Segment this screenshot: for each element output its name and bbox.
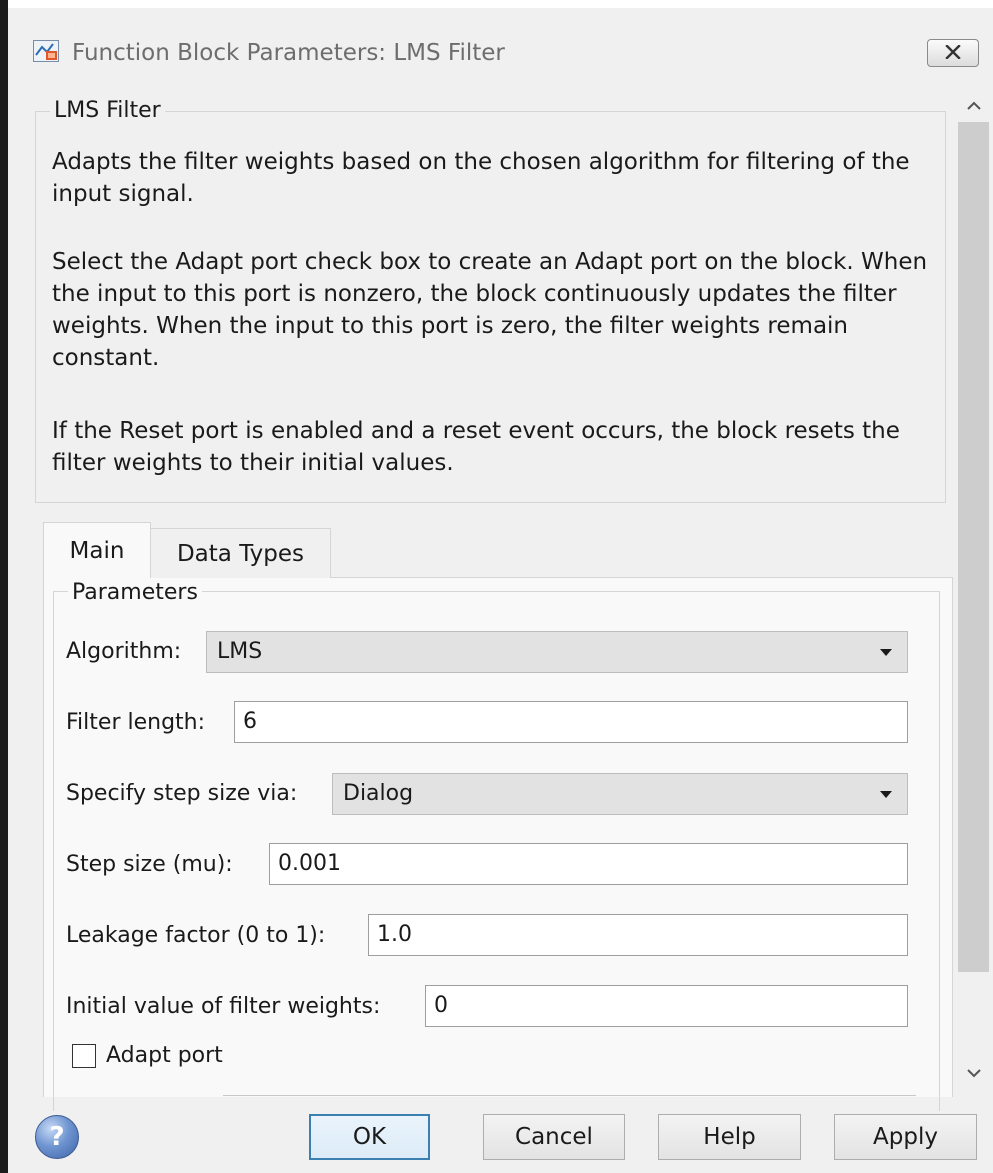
window-title: Function Block Parameters: LMS Filter <box>72 40 505 66</box>
apply-button[interactable]: Apply <box>834 1114 977 1160</box>
initial-weights-label: Initial value of filter weights: <box>66 994 381 1019</box>
block-description-title: LMS Filter <box>50 98 165 124</box>
simulink-block-icon <box>33 40 59 62</box>
description-paragraph: Select the Adapt port check box to creat… <box>52 249 928 371</box>
description-paragraph: If the Reset port is enabled and a reset… <box>52 418 900 476</box>
initial-weights-field[interactable]: 0 <box>425 985 908 1027</box>
scroll-down-arrow-icon[interactable] <box>954 1058 993 1088</box>
adapt-port-label[interactable]: Adapt port <box>106 1042 223 1070</box>
scrollbar-thumb[interactable] <box>958 122 989 972</box>
title-bar[interactable]: Function Block Parameters: LMS Filter <box>8 8 993 82</box>
step-size-label: Step size (mu): <box>66 852 233 877</box>
cancel-button[interactable]: Cancel <box>483 1114 625 1160</box>
algorithm-dropdown[interactable]: LMS <box>206 631 908 673</box>
block-description-group: LMS Filter Adapts the filter weights bas… <box>35 98 946 503</box>
leakage-factor-field[interactable]: 1.0 <box>368 914 908 956</box>
clipped-field-edge <box>223 1095 916 1096</box>
algorithm-value: LMS <box>217 639 263 664</box>
vertical-scrollbar[interactable] <box>954 82 993 1092</box>
dropdown-arrow-icon <box>880 649 892 656</box>
adapt-port-checkbox[interactable] <box>72 1044 96 1068</box>
help-button[interactable]: Help <box>658 1114 801 1160</box>
description-paragraph: Adapts the filter weights based on the c… <box>52 149 910 207</box>
leakage-factor-label: Leakage factor (0 to 1): <box>66 923 326 948</box>
close-button[interactable] <box>927 39 979 67</box>
close-x-icon <box>945 43 961 63</box>
step-size-source-label: Specify step size via: <box>66 781 298 806</box>
algorithm-label: Algorithm: <box>66 639 182 664</box>
dropdown-arrow-icon <box>880 791 892 798</box>
filter-length-label: Filter length: <box>66 710 206 735</box>
help-icon[interactable]: ? <box>35 1115 79 1159</box>
step-size-source-value: Dialog <box>343 781 414 806</box>
top-edge <box>0 0 993 8</box>
filter-length-field[interactable]: 6 <box>234 701 908 743</box>
step-size-source-dropdown[interactable]: Dialog <box>332 773 908 815</box>
dialog-window: Function Block Parameters: LMS Filter LM… <box>8 8 993 1173</box>
window-left-edge <box>0 0 8 1173</box>
tab-data-types[interactable]: Data Types <box>151 528 331 578</box>
parameters-group-title: Parameters <box>68 580 202 606</box>
tab-main[interactable]: Main <box>43 522 151 578</box>
scroll-up-arrow-icon[interactable] <box>954 90 993 120</box>
ok-button[interactable]: OK <box>309 1114 430 1160</box>
step-size-field[interactable]: 0.001 <box>269 843 908 885</box>
